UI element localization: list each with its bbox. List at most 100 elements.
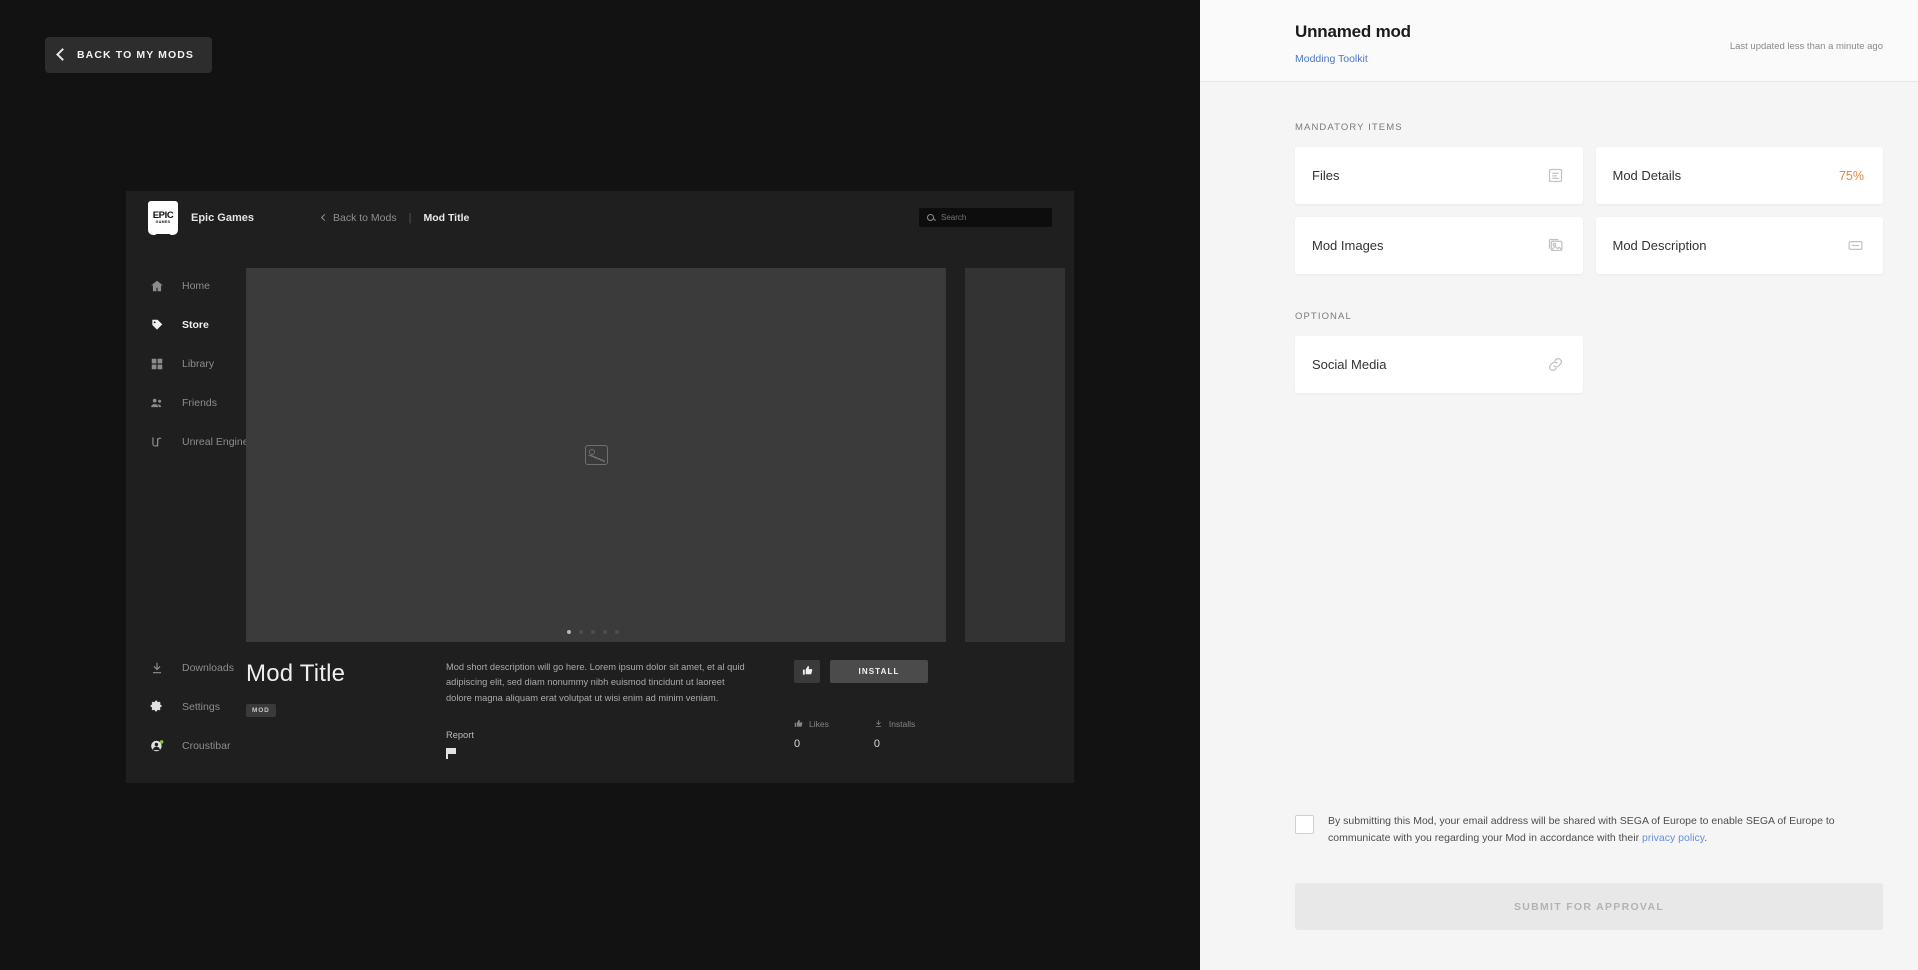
search-placeholder: Search — [941, 213, 967, 222]
sidebar-item-label: Downloads — [182, 661, 234, 674]
brand-label: Epic Games — [191, 211, 254, 224]
card-label: Mod Images — [1312, 238, 1384, 253]
consent-text: By submitting this Mod, your email addre… — [1328, 813, 1883, 847]
launcher-content: Mod Title MOD Mod short description will… — [246, 244, 1074, 783]
stat-likes: Likes 0 — [794, 715, 829, 750]
carousel-gap — [946, 268, 965, 642]
link-icon — [1547, 356, 1564, 373]
optional-section-label: OPTIONAL — [1295, 311, 1352, 322]
last-updated-text: Last updated less than a minute ago — [1729, 41, 1883, 52]
back-to-my-mods-button[interactable]: BACK TO MY MODS — [45, 37, 213, 73]
sidebar-item-friends[interactable]: Friends — [126, 383, 246, 422]
submit-for-approval-button[interactable]: SUBMIT FOR APPROVAL — [1295, 883, 1883, 930]
consent-text-before: By submitting this Mod, your email addre… — [1328, 815, 1835, 844]
sidebar-item-settings[interactable]: Settings — [126, 687, 246, 726]
search-input[interactable]: Search — [919, 208, 1052, 227]
install-button[interactable]: INSTALL — [830, 660, 928, 683]
sidebar-item-downloads[interactable]: Downloads — [126, 648, 246, 687]
sidebar-item-label: Croustibar — [182, 739, 231, 752]
epic-games-logo-icon: EPIC GAMES — [148, 200, 178, 235]
carousel-dot[interactable] — [615, 630, 619, 634]
card-progress: 75% — [1838, 168, 1864, 183]
modding-toolkit-link[interactable]: Modding Toolkit — [1295, 53, 1883, 65]
panel-header: Unnamed mod Modding Toolkit Last updated… — [1200, 0, 1918, 82]
mod-submission-panel: Unnamed mod Modding Toolkit Last updated… — [1200, 0, 1918, 970]
status-badge: MOD — [246, 704, 276, 717]
card-label: Social Media — [1312, 357, 1387, 372]
sidebar-item-unreal-engine[interactable]: Unreal Engine — [126, 422, 249, 461]
mandatory-section-label: MANDATORY ITEMS — [1295, 122, 1403, 133]
panel-body: MANDATORY ITEMS Files Mod Details 75% Mo… — [1200, 82, 1918, 813]
card-social-media[interactable]: Social Media — [1295, 336, 1583, 393]
sidebar-item-label: Library — [182, 357, 215, 370]
thumbs-up-icon — [802, 664, 813, 679]
mod-description-block: Mod short description will go here. Lore… — [446, 660, 746, 783]
breadcrumb-back-link[interactable]: Back to Mods — [320, 211, 397, 224]
action-button-row: INSTALL — [794, 660, 928, 683]
back-to-my-mods-label: BACK TO MY MODS — [77, 49, 195, 61]
grid-icon — [150, 357, 164, 371]
sidebar-item-label: Friends — [182, 396, 218, 409]
chevron-left-icon — [56, 48, 69, 61]
carousel-dot[interactable] — [603, 630, 607, 634]
mandatory-items-grid: Files Mod Details 75% Mod Images Mod Des… — [1295, 147, 1883, 274]
panel-title: Unnamed mod — [1295, 22, 1411, 41]
sidebar-item-store[interactable]: Store — [126, 305, 246, 344]
carousel-dot[interactable] — [579, 630, 583, 634]
account-icon — [150, 739, 164, 753]
people-icon — [150, 396, 164, 410]
mod-image-carousel[interactable] — [246, 244, 1074, 642]
card-files[interactable]: Files — [1295, 147, 1583, 204]
chevron-left-icon — [320, 213, 329, 222]
card-mod-description[interactable]: Mod Description — [1595, 217, 1883, 274]
breadcrumb-back-label: Back to Mods — [332, 211, 397, 224]
tag-icon — [150, 318, 164, 332]
carousel-slide-next[interactable] — [965, 268, 1065, 642]
page-title: Mod Title — [246, 660, 346, 687]
mod-description-text: Mod short description will go here. Lore… — [446, 662, 745, 703]
mod-stats: Likes 0 Installs 0 — [794, 715, 928, 750]
mod-actions-block: INSTALL Likes 0 Installs 0 — [794, 660, 928, 783]
stat-label: Likes — [809, 719, 829, 729]
sidebar-item-account[interactable]: Croustibar — [126, 726, 246, 765]
card-mod-details[interactable]: Mod Details 75% — [1595, 147, 1883, 204]
sidebar-item-label: Home — [182, 279, 211, 292]
stat-value: 0 — [873, 738, 880, 750]
privacy-policy-link[interactable]: privacy policy — [1642, 832, 1704, 844]
breadcrumb-current: Mod Title — [423, 211, 470, 224]
carousel-dot[interactable] — [591, 630, 595, 634]
card-label: Mod Description — [1612, 238, 1707, 253]
thumbs-up-icon — [794, 715, 803, 733]
sidebar-item-library[interactable]: Library — [126, 344, 246, 383]
sidebar-item-home[interactable]: Home — [126, 266, 246, 305]
text-box-icon — [1847, 237, 1864, 254]
image-placeholder-icon — [584, 445, 608, 465]
gear-icon — [150, 700, 164, 714]
consent-checkbox[interactable] — [1295, 815, 1314, 834]
launcher-sidebar: Home Store Library Friends Unreal Engine… — [126, 244, 249, 783]
panel-footer: By submitting this Mod, your email addre… — [1200, 813, 1918, 970]
flag-icon[interactable] — [446, 747, 457, 759]
sidebar-item-label: Settings — [182, 700, 220, 713]
card-label: Files — [1312, 168, 1340, 183]
carousel-dots[interactable] — [567, 630, 619, 634]
card-label: Mod Details — [1612, 168, 1682, 183]
download-icon — [150, 661, 164, 675]
image-icon — [1547, 237, 1564, 254]
unreal-icon — [150, 435, 164, 449]
report-label: Report — [446, 729, 474, 740]
download-icon — [874, 715, 883, 733]
app-screen: BACK TO MY MODS EPIC GAMES Epic Games Bac… — [0, 0, 1918, 970]
search-icon — [927, 214, 934, 221]
carousel-dot[interactable] — [567, 630, 571, 634]
consent-row: By submitting this Mod, your email addre… — [1295, 813, 1883, 847]
mod-heading-block: Mod Title MOD — [246, 660, 446, 783]
breadcrumb-separator: | — [408, 211, 412, 224]
card-mod-images[interactable]: Mod Images — [1295, 217, 1583, 274]
like-button[interactable] — [794, 660, 820, 683]
breadcrumb: Back to Mods | Mod Title — [320, 211, 470, 224]
home-icon — [150, 279, 164, 293]
carousel-slide-active — [246, 268, 946, 642]
sidebar-item-label: Unreal Engine — [182, 435, 249, 448]
sidebar-item-label: Store — [182, 318, 209, 331]
